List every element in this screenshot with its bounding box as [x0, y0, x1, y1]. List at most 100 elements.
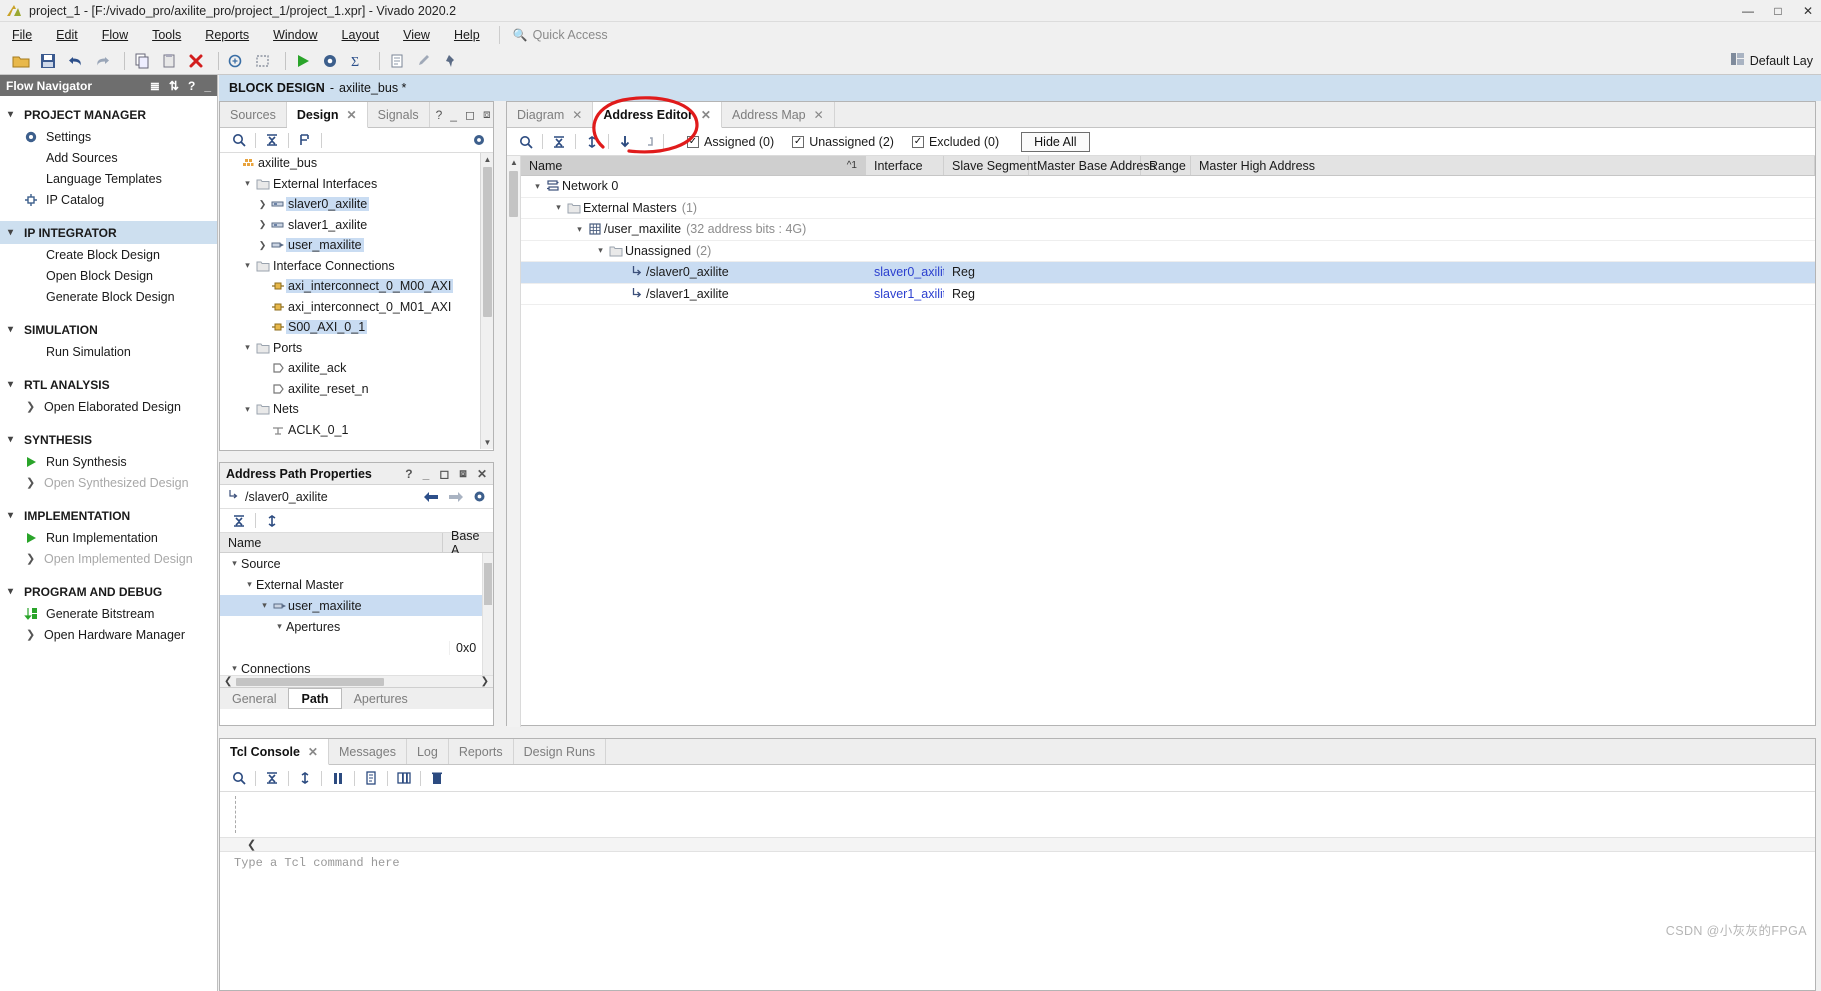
close-icon[interactable]: ✕ — [701, 108, 711, 122]
flow-nav-group-rtl-analysis[interactable]: ▾ RTL ANALYSIS — [0, 373, 217, 396]
flow-nav-item-create-block-design[interactable]: Create Block Design — [0, 244, 217, 265]
collapse-all-icon[interactable]: ≣ — [150, 79, 160, 93]
menu-help[interactable]: Help — [442, 25, 492, 45]
tcl-command-input[interactable]: Type a Tcl command here — [220, 852, 1815, 874]
column-header-master-base-address[interactable]: Master Base Address — [1029, 156, 1156, 175]
address-editor-row[interactable]: /slaver1_axilite slaver1_axilite Reg — [521, 284, 1815, 305]
design-tree-row[interactable]: axilite_ack — [220, 358, 493, 379]
address-editor-row[interactable]: /slaver0_axilite slaver0_axilite Reg — [521, 262, 1815, 284]
close-icon[interactable]: ✕ — [308, 745, 318, 759]
design-tree-row[interactable]: ▾ Interface Connections — [220, 256, 493, 277]
chevron-down-icon[interactable]: ▾ — [531, 181, 544, 192]
btab-path[interactable]: Path — [288, 688, 342, 709]
chevron-down-icon[interactable]: ▾ — [573, 224, 586, 235]
tab-address-map[interactable]: Address Map ✕ — [722, 102, 835, 127]
gear-icon[interactable] — [473, 490, 486, 503]
hide-all-button[interactable]: Hide All — [1021, 131, 1090, 152]
sum-icon[interactable]: Σ — [346, 50, 368, 72]
chevron-down-icon[interactable]: ▾ — [241, 404, 254, 415]
collapse-all-icon[interactable] — [548, 132, 570, 152]
design-tree[interactable]: ▲ ▼ axilite_bus ▾ External Interfaces ❯ slav… — [220, 153, 493, 449]
minimize-icon[interactable]: _ — [204, 79, 211, 93]
expand-collapse-icon[interactable]: ⇅ — [169, 79, 179, 93]
checkbox-assigned[interactable]: ✓ — [687, 135, 699, 148]
run-icon[interactable] — [292, 50, 314, 72]
btab-general[interactable]: General — [220, 688, 288, 709]
address-editor-row[interactable]: ▾ /user_maxilite (32 address bits : 4G) — [521, 219, 1815, 241]
gear-icon[interactable] — [471, 130, 493, 150]
help-icon[interactable]: ? — [188, 79, 195, 93]
unassign-icon[interactable] — [636, 132, 658, 152]
column-header-range[interactable]: Range — [1141, 156, 1191, 175]
flow-nav-item-open-block-design[interactable]: Open Block Design — [0, 265, 217, 286]
tab-messages[interactable]: Messages — [329, 739, 407, 764]
tab-log[interactable]: Log — [407, 739, 449, 764]
column-header-slave-segment[interactable]: Slave Segment — [944, 156, 1037, 175]
design-tree-row[interactable]: ❯ slaver0_axilite — [220, 194, 493, 215]
menu-edit[interactable]: Edit — [44, 25, 90, 45]
flow-nav-item-language-templates[interactable]: Language Templates — [0, 168, 217, 189]
tab-sources[interactable]: Sources — [220, 102, 287, 127]
scroll-up-icon[interactable]: ▲ — [507, 156, 521, 169]
quick-access-box[interactable]: 🔍 Quick Access — [507, 28, 608, 42]
collapse-all-icon[interactable] — [261, 768, 283, 788]
menu-flow[interactable]: Flow — [90, 25, 140, 45]
expand-all-icon[interactable] — [294, 130, 316, 150]
address-path-row[interactable]: ▾ user_maxilite — [220, 595, 493, 616]
flow-nav-item-run-implementation[interactable]: Run Implementation — [0, 527, 217, 548]
back-arrow-icon[interactable] — [423, 491, 439, 503]
undo-icon[interactable] — [64, 50, 86, 72]
flow-nav-group-implementation[interactable]: ▾ IMPLEMENTATION — [0, 504, 217, 527]
redo-icon[interactable] — [91, 50, 113, 72]
column-header-interface[interactable]: Interface — [866, 156, 944, 175]
settings-gear-icon[interactable] — [319, 50, 341, 72]
pin-icon[interactable] — [440, 50, 462, 72]
default-layout-selector[interactable]: Default Lay — [1730, 53, 1821, 68]
flow-nav-item-ip-catalog[interactable]: IP Catalog — [0, 189, 217, 210]
zoom-fit-icon[interactable] — [225, 50, 247, 72]
auto-assign-icon[interactable] — [614, 132, 636, 152]
edit-icon[interactable] — [413, 50, 435, 72]
close-icon[interactable]: ✕ — [814, 108, 824, 122]
report-icon[interactable] — [386, 50, 408, 72]
checkbox-unassigned[interactable]: ✓ — [792, 135, 805, 148]
float-icon[interactable]: ⧈ — [459, 466, 467, 481]
hscroll-thumb[interactable] — [236, 677, 384, 686]
open-project-icon[interactable] — [10, 50, 32, 72]
design-tree-row[interactable]: axi_interconnect_0_M01_AXI — [220, 297, 493, 318]
maximize-icon[interactable]: ◻ — [439, 467, 449, 481]
scroll-down-icon[interactable]: ▼ — [481, 436, 493, 449]
copy-icon[interactable] — [131, 50, 153, 72]
flow-nav-group-synthesis[interactable]: ▾ SYNTHESIS — [0, 428, 217, 451]
tab-address-editor[interactable]: Address Editor ✕ — [593, 102, 722, 128]
design-tree-row[interactable]: axi_interconnect_0_M00_AXI — [220, 276, 493, 297]
design-tree-row[interactable]: ❯ slaver1_axilite — [220, 215, 493, 236]
menu-layout[interactable]: Layout — [330, 25, 392, 45]
forward-arrow-icon[interactable] — [448, 491, 464, 503]
save-icon[interactable] — [37, 50, 59, 72]
chevron-down-icon[interactable]: ▾ — [273, 621, 286, 632]
expand-all-icon[interactable] — [581, 132, 603, 152]
checkbox-excluded[interactable]: ✓ — [911, 135, 924, 148]
menu-window[interactable]: Window — [261, 25, 329, 45]
help-icon[interactable]: ? — [436, 108, 443, 122]
flow-nav-group-ip-integrator[interactable]: ▾ IP INTEGRATOR — [0, 221, 217, 244]
filter-excluded[interactable]: ✓ Excluded (0) — [911, 135, 999, 149]
minimize-icon[interactable]: _ — [423, 467, 430, 481]
scroll-thumb[interactable] — [484, 563, 492, 605]
tab-tcl-console[interactable]: Tcl Console ✕ — [220, 739, 329, 765]
column-header-name[interactable]: Name ^1 — [521, 156, 866, 175]
chevron-right-icon[interactable]: ❯ — [256, 219, 269, 230]
column-header-base-address[interactable]: Base A — [442, 529, 493, 557]
address-path-row[interactable]: 0x0 — [220, 637, 493, 658]
search-icon[interactable] — [515, 132, 537, 152]
flow-nav-item-open-hardware-manager[interactable]: ❯ Open Hardware Manager — [0, 624, 217, 645]
menu-tools[interactable]: Tools — [140, 25, 193, 45]
flow-nav-item-run-synthesis[interactable]: Run Synthesis — [0, 451, 217, 472]
tcl-console-hscrollbar[interactable]: ❮ — [220, 837, 1815, 852]
flow-nav-item-open-elaborated-design[interactable]: ❯ Open Elaborated Design — [0, 396, 217, 417]
column-header-name[interactable]: Name — [220, 533, 442, 552]
tab-design-runs[interactable]: Design Runs — [514, 739, 607, 764]
close-button[interactable]: ✕ — [1801, 4, 1815, 18]
expand-all-icon[interactable] — [294, 768, 316, 788]
